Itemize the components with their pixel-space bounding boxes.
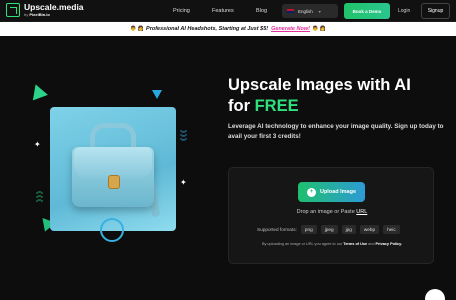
upscale-logo-icon — [6, 3, 20, 17]
promo-banner: 👨 👩 Professional AI Headshots, Starting … — [0, 22, 456, 36]
upload-image-button[interactable]: + Upload Image — [298, 182, 365, 202]
bag-clasp — [108, 175, 120, 189]
terms-link[interactable]: Terms of Use — [343, 242, 367, 246]
terms-notice: By uploading an image or URL you agree t… — [261, 242, 403, 246]
plus-icon: + — [306, 187, 316, 197]
drop-zone-text: Drop an image or Paste URL — [296, 209, 368, 215]
format-badge: png — [300, 225, 317, 234]
hero-subtitle: Leverage AI technology to enhance your i… — [228, 123, 444, 140]
privacy-link[interactable]: Privacy Policy. — [376, 242, 403, 246]
format-badge: webp — [359, 225, 380, 234]
sparkle-icon: ✦ — [180, 178, 187, 187]
blue-ring-decoration — [100, 218, 124, 242]
green-triangle-decoration — [28, 81, 48, 101]
login-link[interactable]: Login — [398, 8, 410, 14]
language-label: English — [298, 8, 313, 14]
language-select[interactable]: English ▾ — [282, 4, 338, 18]
sample-bag-photo — [50, 107, 176, 231]
upload-card: + Upload Image Drop an image or Paste UR… — [228, 167, 434, 264]
signup-button[interactable]: Signup — [421, 3, 450, 19]
headshot-emoji-right: 👨 👩 — [311, 26, 326, 32]
formats-label: Supported formats: — [257, 227, 297, 232]
free-highlight: FREE — [254, 97, 299, 115]
supported-formats: Supported formats: png jpeg jpg webp hei… — [257, 225, 400, 234]
promo-text: Professional AI Headshots, Starting at J… — [146, 26, 269, 32]
headshot-emoji-left: 👨 👩 — [130, 26, 145, 32]
chevron-up-icon: ︿ — [432, 295, 438, 300]
book-demo-button[interactable]: Book a Demo — [344, 3, 390, 19]
paste-url-link[interactable]: URL — [356, 209, 367, 215]
nav-pricing[interactable]: Pricing — [173, 8, 190, 14]
format-badge: jpg — [341, 225, 356, 234]
format-badge: jpeg — [320, 225, 338, 234]
brand-subtitle: by PixelBin.io — [24, 11, 50, 17]
generate-now-link[interactable]: Generate Now! — [271, 26, 310, 32]
chevron-stack-decoration: ︽ ︽ ︽ — [36, 188, 43, 203]
brand-logo[interactable]: Upscale.media by PixelBin.io — [6, 3, 84, 17]
top-nav-bar: Upscale.media by PixelBin.io Pricing Fea… — [0, 0, 456, 22]
nav-blog[interactable]: Blog — [256, 8, 267, 14]
format-badge: heic — [383, 225, 400, 234]
brand-title: Upscale.media — [24, 2, 84, 13]
blue-triangle-decoration — [152, 90, 162, 99]
chevron-stack-decoration: ︾ ︾ ︾ — [180, 131, 187, 146]
nav-features[interactable]: Features — [212, 8, 234, 14]
chevron-down-icon: ▾ — [318, 8, 321, 14]
uk-flag-icon — [287, 9, 294, 13]
sparkle-icon: ✦ — [34, 140, 41, 149]
upload-button-label: Upload Image — [319, 189, 357, 195]
chat-widget-button[interactable]: ︿ — [425, 289, 445, 300]
hero-title: Upscale Images with AI for FREE — [228, 76, 411, 115]
